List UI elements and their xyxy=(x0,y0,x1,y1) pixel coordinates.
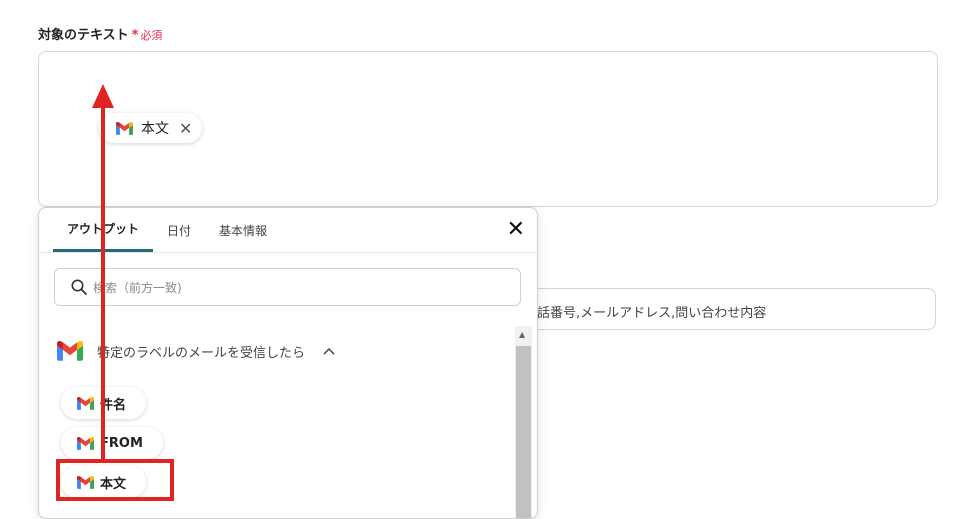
gmail-icon xyxy=(77,476,94,489)
output-item-label: 件名 xyxy=(100,397,127,413)
gmail-icon xyxy=(57,341,83,361)
scroll-up-icon[interactable]: ▲ xyxy=(519,330,525,339)
selected-chip-label: 本文 xyxy=(141,121,169,137)
tab-output[interactable]: アウトプット xyxy=(53,208,154,252)
field-label-text: 対象のテキスト xyxy=(38,28,129,43)
required-text: 必須 xyxy=(140,29,163,42)
field-label: 対象のテキスト * 必須 xyxy=(38,24,162,43)
group-title: 特定のラベルのメールを受信したら xyxy=(97,345,306,361)
second-field[interactable]: 話番号,メールアドレス,問い合わせ内容 xyxy=(500,288,936,330)
output-item-label: 本文 xyxy=(100,476,127,492)
target-text-area[interactable]: 本文 ✕ xyxy=(38,51,938,207)
scroll-thumb[interactable] xyxy=(516,346,531,518)
search-icon xyxy=(71,279,87,295)
tab-divider xyxy=(39,252,537,253)
close-icon[interactable]: ✕ xyxy=(507,219,525,241)
scrollbar[interactable]: ▲ xyxy=(515,326,532,518)
gmail-icon xyxy=(116,122,133,135)
tab-date[interactable]: 日付 xyxy=(153,208,205,252)
tab-basic-info[interactable]: 基本情報 xyxy=(205,208,281,252)
trigger-group-header[interactable]: 特定のラベルのメールを受信したら xyxy=(57,341,335,361)
tab-bar: アウトプット 日付 基本情報 xyxy=(53,208,281,252)
gmail-icon xyxy=(77,437,94,450)
output-item-label: FROM xyxy=(100,435,143,451)
output-picker-popup: アウトプット 日付 基本情報 ✕ 特定のラベルのメールを受信したら 件名 FRO… xyxy=(38,207,538,519)
output-item-body[interactable]: 本文 xyxy=(61,466,147,498)
output-item-subject[interactable]: 件名 xyxy=(61,387,147,419)
chevron-up-icon[interactable] xyxy=(323,344,335,358)
close-icon[interactable]: ✕ xyxy=(179,119,192,138)
second-field-text: 話番号,メールアドレス,問い合わせ内容 xyxy=(537,306,767,321)
selected-chip[interactable]: 本文 ✕ xyxy=(99,113,203,143)
search-input[interactable] xyxy=(91,277,495,299)
search-box[interactable] xyxy=(54,268,521,306)
required-star: * xyxy=(131,28,139,43)
output-item-from[interactable]: FROM xyxy=(61,427,163,459)
gmail-icon xyxy=(77,397,94,410)
